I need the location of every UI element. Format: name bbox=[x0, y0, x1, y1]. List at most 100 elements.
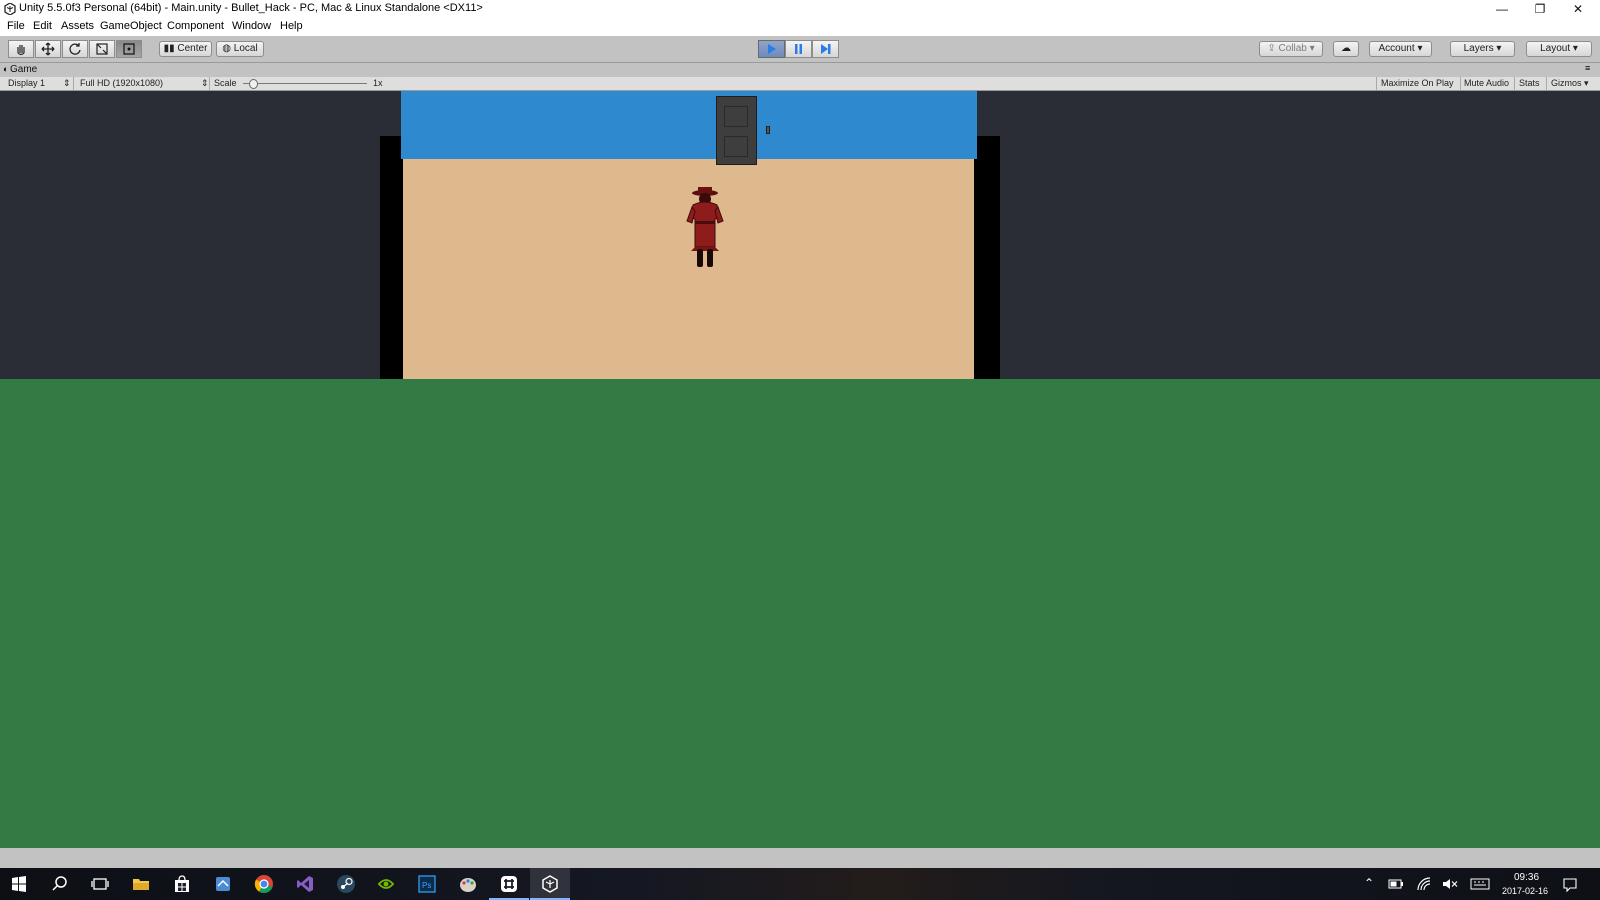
separator bbox=[1460, 77, 1461, 90]
hand-tool-button[interactable] bbox=[8, 40, 34, 58]
show-hidden-icons-icon[interactable]: ⌃ bbox=[1364, 876, 1374, 890]
photoshop-icon[interactable]: Ps bbox=[417, 874, 437, 894]
window-title: Unity 5.5.0f3 Personal (64bit) - Main.un… bbox=[19, 2, 483, 14]
geforce-icon[interactable] bbox=[376, 874, 396, 894]
steam-icon[interactable] bbox=[336, 874, 356, 894]
app-icon[interactable] bbox=[213, 874, 233, 894]
layout-label: Layout bbox=[1540, 43, 1571, 54]
transform-tools bbox=[8, 40, 142, 58]
chevron-down-icon: ▾ bbox=[1584, 78, 1589, 88]
step-button[interactable] bbox=[812, 40, 839, 58]
menu-file[interactable]: File bbox=[7, 20, 25, 32]
chevron-down-icon: ▾ bbox=[1309, 43, 1315, 54]
menu-edit[interactable]: Edit bbox=[33, 20, 52, 32]
resolution-dropdown[interactable]: Full HD (1920x1080) bbox=[80, 78, 163, 88]
unity-icon[interactable] bbox=[540, 874, 560, 894]
gizmos-label: Gizmos bbox=[1551, 78, 1582, 88]
status-bar bbox=[0, 848, 1600, 868]
account-label: Account bbox=[1378, 43, 1415, 54]
chevron-down-icon: ▾ bbox=[1417, 43, 1423, 54]
tab-game[interactable]: Game bbox=[10, 64, 37, 75]
windows-taskbar: Ps ⌃ 09:36 2017-02-16 bbox=[0, 868, 1600, 900]
wifi-icon[interactable] bbox=[1416, 876, 1432, 892]
main-toolbar: ▮▮ Center ◍ Local ⇪ Collab ▾ ☁ Account ▾… bbox=[0, 36, 1600, 63]
play-controls bbox=[758, 40, 839, 58]
clock-time[interactable]: 09:36 bbox=[1514, 872, 1539, 883]
step-icon bbox=[821, 44, 831, 54]
pause-button[interactable] bbox=[785, 40, 812, 58]
door-panel-bottom bbox=[724, 136, 748, 157]
scale-value: 1x bbox=[373, 78, 383, 88]
gizmos-dropdown[interactable]: Gizmos ▾ bbox=[1551, 78, 1589, 89]
display-dropdown[interactable]: Display 1 bbox=[8, 78, 45, 88]
scale-slider-thumb[interactable] bbox=[248, 79, 258, 89]
separator bbox=[209, 77, 210, 90]
menu-assets[interactable]: Assets bbox=[61, 20, 94, 32]
room-back-wall bbox=[401, 91, 977, 159]
close-button[interactable]: ✕ bbox=[1556, 0, 1600, 18]
task-view-icon[interactable] bbox=[90, 874, 110, 894]
rect-tool-icon bbox=[123, 43, 135, 55]
play-button[interactable] bbox=[758, 40, 785, 58]
mute-audio-toggle[interactable]: Mute Audio bbox=[1464, 78, 1509, 88]
rect-tool-button[interactable] bbox=[116, 40, 142, 58]
move-tool-button[interactable] bbox=[35, 40, 61, 58]
search-icon[interactable] bbox=[50, 874, 70, 894]
collab-button[interactable]: ⇪ Collab ▾ bbox=[1259, 41, 1323, 57]
volume-muted-icon[interactable] bbox=[1442, 877, 1458, 891]
resolution-label: Full HD (1920x1080) bbox=[80, 78, 164, 88]
paint-icon[interactable] bbox=[458, 874, 478, 894]
menu-component[interactable]: Component bbox=[167, 20, 224, 32]
separator bbox=[1514, 77, 1515, 90]
slack-icon[interactable] bbox=[499, 874, 519, 894]
layers-label: Layers bbox=[1463, 43, 1494, 54]
layout-dropdown[interactable]: Layout ▾ bbox=[1526, 41, 1592, 57]
scale-slider-track[interactable] bbox=[243, 83, 367, 84]
rotate-tool-button[interactable] bbox=[62, 40, 88, 58]
menu-window[interactable]: Window bbox=[232, 20, 271, 32]
door-switch bbox=[766, 126, 770, 134]
game-view-toolbar: Display 1 ⇕ Full HD (1920x1080) ⇕ Scale … bbox=[0, 77, 1600, 91]
display-label: Display 1 bbox=[8, 78, 46, 88]
pivot-label: Center bbox=[177, 43, 208, 54]
game-tab-bar: ◐ Game ≡ bbox=[0, 63, 1600, 77]
action-center-icon[interactable] bbox=[1562, 877, 1578, 893]
maximize-on-play-toggle[interactable]: Maximize On Play bbox=[1381, 78, 1454, 88]
game-viewport[interactable] bbox=[0, 91, 1600, 848]
keyboard-icon[interactable] bbox=[1470, 878, 1490, 890]
resolution-dropdown-arrows-icon: ⇕ bbox=[201, 78, 209, 88]
game-controller-icon: ◐ bbox=[3, 64, 9, 74]
menu-gameobject[interactable]: GameObject bbox=[100, 20, 162, 32]
scale-icon bbox=[96, 43, 108, 55]
collab-label: Collab bbox=[1278, 43, 1307, 54]
scale-tool-button[interactable] bbox=[89, 40, 115, 58]
ground-plane bbox=[0, 379, 1600, 848]
visual-studio-icon[interactable] bbox=[295, 874, 315, 894]
door-panel-top bbox=[724, 106, 748, 127]
chrome-icon[interactable] bbox=[254, 874, 274, 894]
clock-date[interactable]: 2017-02-16 bbox=[1502, 886, 1548, 896]
pause-icon bbox=[795, 44, 802, 54]
display-dropdown-arrows-icon: ⇕ bbox=[63, 78, 71, 88]
chevron-down-icon: ▾ bbox=[1572, 43, 1578, 54]
play-icon bbox=[768, 44, 776, 54]
move-icon bbox=[41, 42, 55, 56]
chevron-down-icon: ▾ bbox=[1496, 43, 1502, 54]
pivot-icon: ▮▮ bbox=[163, 43, 175, 54]
account-dropdown[interactable]: Account ▾ bbox=[1369, 41, 1432, 57]
windows-start-icon[interactable] bbox=[9, 874, 29, 894]
svg-text:Ps: Ps bbox=[422, 881, 431, 890]
file-explorer-icon[interactable] bbox=[131, 874, 151, 894]
stats-toggle[interactable]: Stats bbox=[1519, 78, 1540, 88]
space-toggle-button[interactable]: ◍ Local bbox=[216, 41, 264, 57]
pivot-toggle-button[interactable]: ▮▮ Center bbox=[159, 41, 212, 57]
globe-icon: ◍ bbox=[222, 43, 232, 54]
separator bbox=[1376, 77, 1377, 90]
cloud-button[interactable]: ☁ bbox=[1333, 41, 1359, 57]
menu-help[interactable]: Help bbox=[280, 20, 303, 32]
store-icon[interactable] bbox=[172, 874, 192, 894]
battery-icon[interactable] bbox=[1388, 878, 1404, 890]
tab-menu-icon[interactable]: ≡ bbox=[1585, 63, 1590, 73]
player-character bbox=[686, 187, 724, 267]
layers-dropdown[interactable]: Layers ▾ bbox=[1450, 41, 1515, 57]
